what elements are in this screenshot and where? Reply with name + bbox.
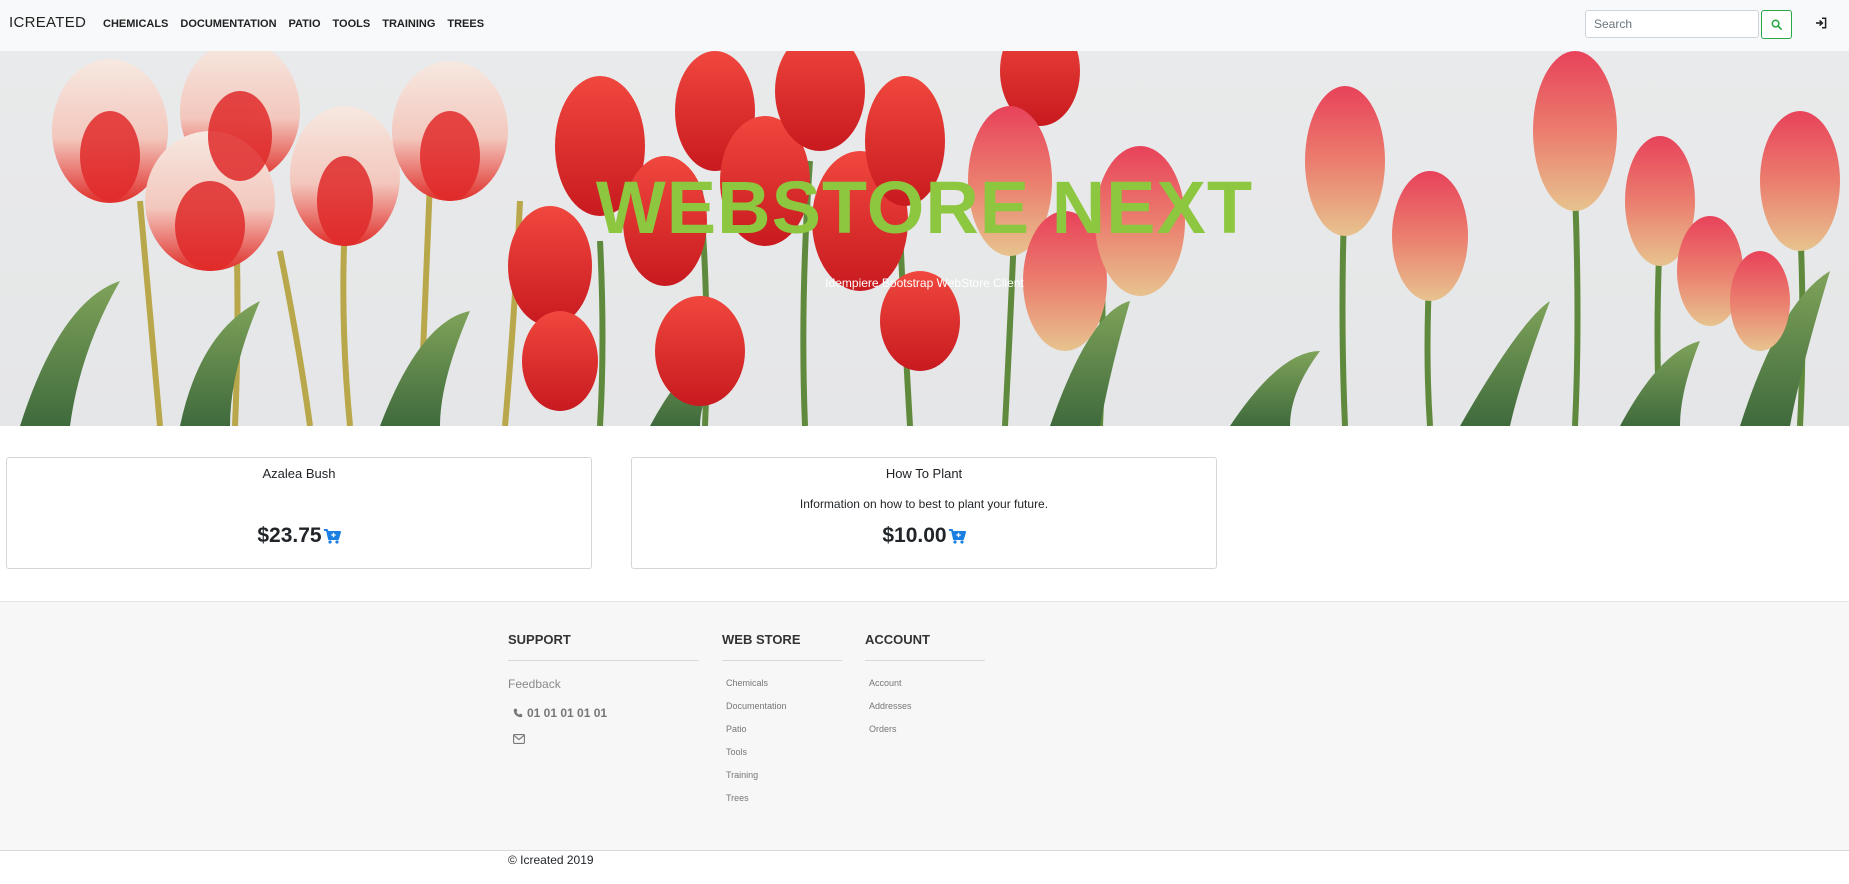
sign-in-button[interactable] [1812,14,1830,32]
nav-link-patio[interactable]: PATIO [289,18,321,30]
footer-link-training[interactable]: Training [726,770,842,793]
brand-logo[interactable]: ICREATED [9,14,86,31]
footer: SUPPORT Feedback 01 01 01 01 01 WEB STOR… [0,601,1849,851]
feedback-link[interactable]: Feedback [508,677,699,691]
footer-account-heading: ACCOUNT [865,632,985,661]
phone-number: 01 01 01 01 01 [527,706,608,720]
nav-menu: CHEMICALS DOCUMENTATION PATIO TOOLS TRAI… [103,18,496,30]
product-description: Information on how to best to plant your… [799,497,1049,511]
footer-account-links: Account Addresses Orders [865,678,985,747]
footer-link-trees[interactable]: Trees [726,793,842,816]
envelope-icon[interactable] [513,734,525,744]
copyright-text: © Icreated 2019 [508,853,594,867]
product-card-azalea-bush[interactable]: Azalea Bush $23.75 [6,457,592,569]
phone-icon [513,708,523,718]
search-icon [1771,19,1782,30]
copyright-bar: © Icreated 2019 [0,850,1849,884]
footer-link-patio[interactable]: Patio [726,724,842,747]
footer-link-documentation[interactable]: Documentation [726,701,842,724]
support-phone: 01 01 01 01 01 [508,706,699,720]
search-button[interactable] [1761,10,1792,39]
cart-plus-icon[interactable] [323,527,341,545]
footer-link-orders[interactable]: Orders [869,724,985,747]
hero-subtitle: Idempiere Bootstrap WebStore Client [825,276,1024,290]
footer-support-column: SUPPORT Feedback 01 01 01 01 01 [508,632,699,749]
nav-link-chemicals[interactable]: CHEMICALS [103,18,168,30]
cart-plus-icon[interactable] [948,527,966,545]
product-price-row: $10.00 [632,524,1216,548]
footer-webstore-links: Chemicals Documentation Patio Tools Trai… [722,678,842,816]
navbar: ICREATED CHEMICALS DOCUMENTATION PATIO T… [0,0,1849,51]
footer-link-chemicals[interactable]: Chemicals [726,678,842,701]
hero-title: WEBSTORE NEXT [595,166,1254,249]
product-price: $10.00 [882,524,947,547]
product-name[interactable]: How To Plant [632,466,1216,481]
footer-link-tools[interactable]: Tools [726,747,842,770]
nav-link-training[interactable]: TRAINING [382,18,435,30]
footer-webstore-column: WEB STORE Chemicals Documentation Patio … [722,632,842,816]
nav-link-documentation[interactable]: DOCUMENTATION [180,18,276,30]
footer-link-addresses[interactable]: Addresses [869,701,985,724]
nav-link-trees[interactable]: TREES [447,18,484,30]
nav-link-tools[interactable]: TOOLS [333,18,371,30]
footer-support-heading: SUPPORT [508,632,699,661]
hero-banner: WEBSTORE NEXT Idempiere Bootstrap WebSto… [0,51,1849,426]
footer-account-column: ACCOUNT Account Addresses Orders [865,632,985,747]
sign-in-icon [1816,17,1827,29]
product-price: $23.75 [257,524,322,547]
footer-link-account[interactable]: Account [869,678,985,701]
search-input[interactable] [1585,10,1759,38]
product-price-row: $23.75 [7,524,591,548]
product-card-how-to-plant[interactable]: How To Plant Information on how to best … [631,457,1217,569]
product-name[interactable]: Azalea Bush [7,466,591,481]
footer-webstore-heading: WEB STORE [722,632,842,661]
